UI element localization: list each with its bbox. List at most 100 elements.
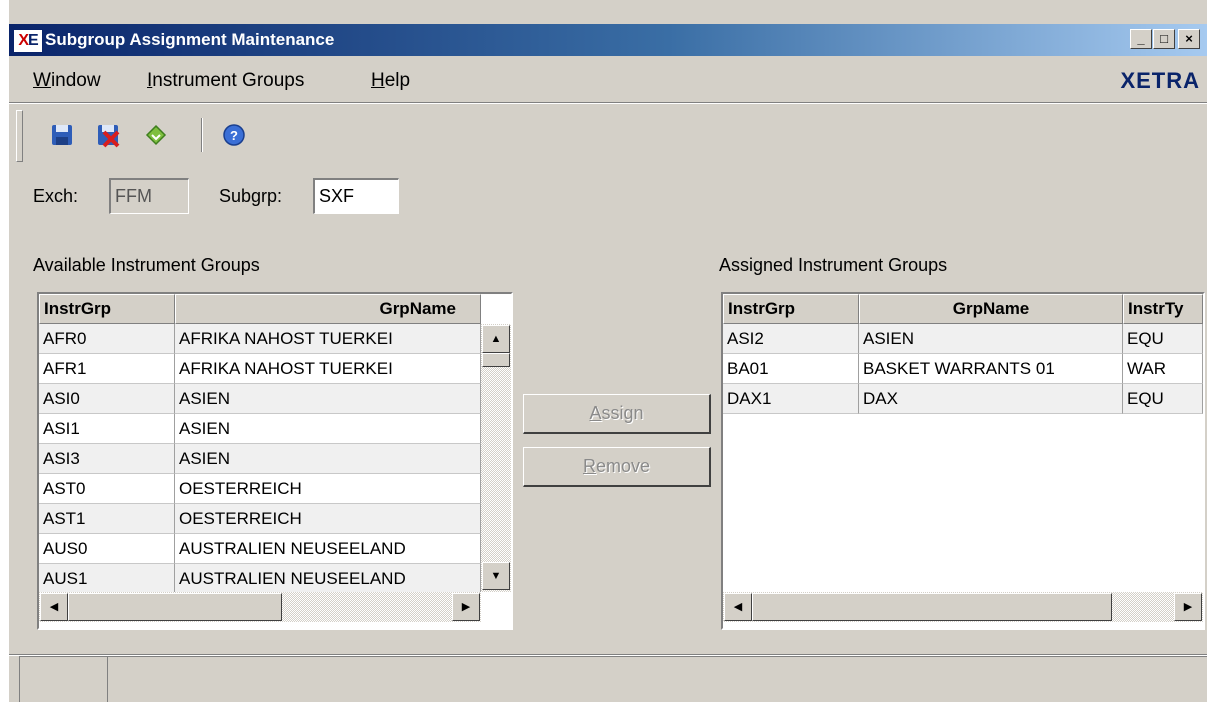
table-row[interactable]: AUS1 AUSTRALIEN NEUSEELAND (39, 564, 481, 594)
scroll-left-icon[interactable]: ◀ (40, 593, 68, 621)
vertical-scrollbar[interactable]: ▲ ▼ (481, 324, 511, 592)
cell-instrgrp: AUS1 (39, 564, 175, 594)
cell-grpname: AFRIKA NAHOST TUERKEI (175, 354, 481, 384)
cell-grpname: AFRIKA NAHOST TUERKEI (175, 324, 481, 354)
menu-help[interactable]: Help (371, 70, 410, 92)
available-groups-title: Available Instrument Groups (33, 255, 260, 275)
application-window: XE Subgroup Assignment Maintenance _ □ ×… (8, 0, 1207, 702)
cell-instrgrp: AST0 (39, 474, 175, 504)
remove-hotkey: R (582, 456, 596, 476)
close-button[interactable]: × (1178, 29, 1200, 49)
subgrp-field[interactable]: SXF (313, 178, 399, 214)
menu-help-label: elp (384, 70, 411, 91)
refresh-icon[interactable] (143, 122, 169, 148)
horizontal-scroll-thumb[interactable] (752, 593, 1112, 621)
table-row[interactable]: AST1 OESTERREICH (39, 504, 481, 534)
table-header: InstrGrp GrpName (39, 294, 481, 324)
title-bar[interactable]: XE Subgroup Assignment Maintenance _ □ × (9, 24, 1207, 56)
table-row[interactable]: AST0 OESTERREICH (39, 474, 481, 504)
cell-instrgrp: ASI0 (39, 384, 175, 414)
cell-grpname: OESTERREICH (175, 504, 481, 534)
table-header: InstrGrp GrpName InstrTy (723, 294, 1203, 324)
table-row[interactable]: AFR0 AFRIKA NAHOST TUERKEI (39, 324, 481, 354)
minimize-button[interactable]: _ (1130, 29, 1152, 49)
menu-instrument-groups[interactable]: Instrument Groups (147, 70, 304, 92)
menu-window-label: indow (50, 70, 101, 91)
cell-grpname: ASIEN (859, 324, 1123, 354)
cell-instrgrp: AUS0 (39, 534, 175, 564)
maximize-button[interactable]: □ (1153, 29, 1175, 49)
table-row[interactable]: BA01 BASKET WARRANTS 01 WAR (723, 354, 1203, 384)
scroll-right-icon[interactable]: ▶ (1174, 593, 1202, 621)
app-logo-letter-e: E (28, 32, 39, 49)
menu-bar: Window Instrument Groups Help XETRA (9, 58, 1207, 102)
help-icon[interactable]: ? (221, 122, 247, 148)
cell-grpname: AUSTRALIEN NEUSEELAND (175, 534, 481, 564)
available-groups-table[interactable]: InstrGrp GrpName AFR0 AFRIKA NAHOST TUERK… (37, 292, 513, 630)
scroll-right-icon[interactable]: ▶ (452, 593, 480, 621)
app-logo-icon: XE (13, 29, 43, 53)
menu-window-hotkey: W (33, 70, 51, 91)
assign-hotkey: A (589, 403, 602, 423)
status-bar (9, 656, 1207, 702)
table-row[interactable]: DAX1 DAX EQU (723, 384, 1203, 414)
svg-text:?: ? (230, 128, 238, 143)
assigned-groups-table[interactable]: InstrGrp GrpName InstrTy ASI2 ASIEN EQU BA… (721, 292, 1205, 630)
cell-instrtype: EQU (1123, 324, 1203, 354)
column-header-instrgrp[interactable]: InstrGrp (39, 294, 175, 324)
column-header-grpname[interactable]: GrpName (859, 294, 1123, 324)
cell-grpname: ASIEN (175, 384, 481, 414)
subgrp-label: Subgrp: (219, 186, 283, 206)
save-delete-icon[interactable] (95, 122, 121, 148)
cell-grpname: ASIEN (175, 414, 481, 444)
available-rows: AFR0 AFRIKA NAHOST TUERKEI AFR1 AFRIKA NAH… (39, 324, 481, 594)
table-row[interactable]: ASI1 ASIEN (39, 414, 481, 444)
cell-instrtype: EQU (1123, 384, 1203, 414)
cell-instrgrp: ASI2 (723, 324, 859, 354)
cell-instrgrp: DAX1 (723, 384, 859, 414)
cell-instrgrp: AFR1 (39, 354, 175, 384)
cell-instrtype: WAR (1123, 354, 1203, 384)
table-row[interactable]: AUS0 AUSTRALIEN NEUSEELAND (39, 534, 481, 564)
menu-window[interactable]: Window (33, 70, 101, 92)
assign-label: ssign (601, 403, 644, 423)
toolbar-separator (201, 118, 203, 152)
cell-grpname: AUSTRALIEN NEUSEELAND (175, 564, 481, 594)
scroll-up-icon[interactable]: ▲ (482, 325, 510, 353)
table-row[interactable]: ASI3 ASIEN (39, 444, 481, 474)
menu-help-hotkey: H (371, 70, 385, 91)
menu-instrument-groups-label: nstrument Groups (152, 70, 305, 91)
horizontal-scrollbar[interactable]: ◀ ▶ (723, 592, 1203, 622)
horizontal-scroll-thumb[interactable] (68, 593, 282, 621)
cell-instrgrp: ASI1 (39, 414, 175, 444)
cell-grpname: OESTERREICH (175, 474, 481, 504)
cell-grpname: ASIEN (175, 444, 481, 474)
app-logo-letter-x: X (18, 32, 29, 49)
assigned-groups-title: Assigned Instrument Groups (719, 255, 948, 275)
column-header-grpname[interactable]: GrpName (175, 294, 481, 324)
window-title: Subgroup Assignment Maintenance (45, 30, 335, 49)
table-row[interactable]: ASI2 ASIEN EQU (723, 324, 1203, 354)
column-header-instrtype[interactable]: InstrTy (1123, 294, 1203, 324)
table-row[interactable]: AFR1 AFRIKA NAHOST TUERKEI (39, 354, 481, 384)
cell-grpname: DAX (859, 384, 1123, 414)
toolbar-grip[interactable] (16, 110, 23, 162)
toolbar: ? (9, 104, 1207, 164)
horizontal-scrollbar[interactable]: ◀ ▶ (39, 592, 481, 622)
status-cell-left (19, 656, 107, 702)
remove-label: emove (595, 456, 651, 476)
scroll-left-icon[interactable]: ◀ (724, 593, 752, 621)
assigned-rows: ASI2 ASIEN EQU BA01 BASKET WARRANTS 01 WAR D… (723, 324, 1203, 414)
assign-button[interactable]: Assign (523, 394, 711, 434)
table-row[interactable]: ASI0 ASIEN (39, 384, 481, 414)
cell-grpname: BASKET WARRANTS 01 (859, 354, 1123, 384)
scroll-down-icon[interactable]: ▼ (482, 562, 510, 590)
save-icon[interactable] (49, 122, 75, 148)
column-header-instrgrp[interactable]: InstrGrp (723, 294, 859, 324)
status-cell-main (107, 656, 1207, 702)
remove-button[interactable]: Remove (523, 447, 711, 487)
cell-instrgrp: AFR0 (39, 324, 175, 354)
cell-instrgrp: BA01 (723, 354, 859, 384)
exch-field: FFM (109, 178, 189, 214)
vertical-scroll-thumb[interactable] (482, 353, 510, 367)
